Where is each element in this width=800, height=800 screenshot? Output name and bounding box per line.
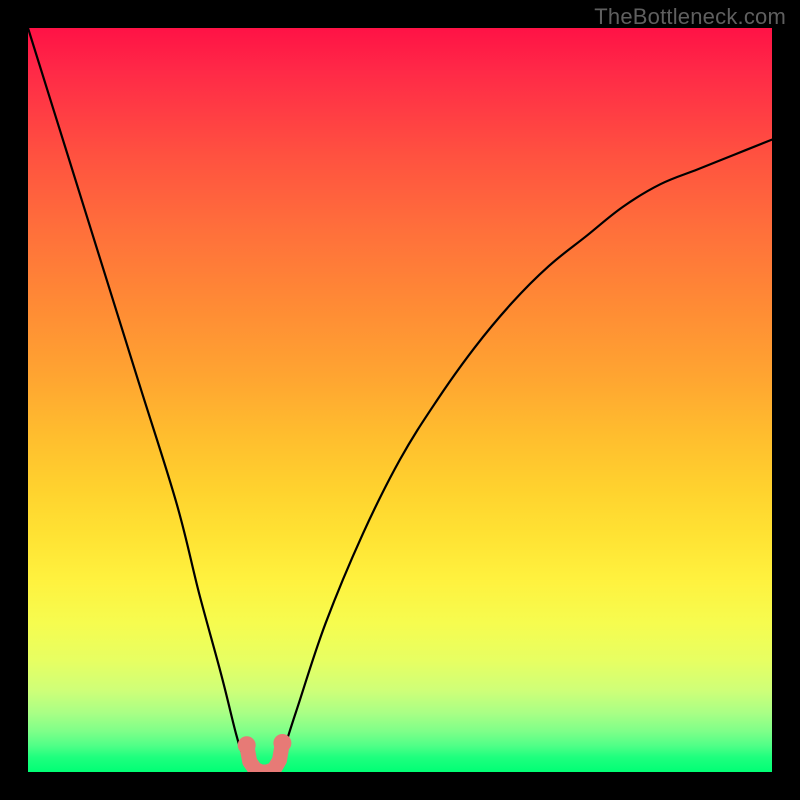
watermark-text: TheBottleneck.com xyxy=(594,4,786,30)
marker-left-dot xyxy=(238,736,256,754)
chart-frame: TheBottleneck.com xyxy=(0,0,800,800)
bottleneck-curve xyxy=(28,28,772,772)
curve-svg xyxy=(28,28,772,772)
plot-area xyxy=(28,28,772,772)
marker-right-dot xyxy=(273,734,291,752)
